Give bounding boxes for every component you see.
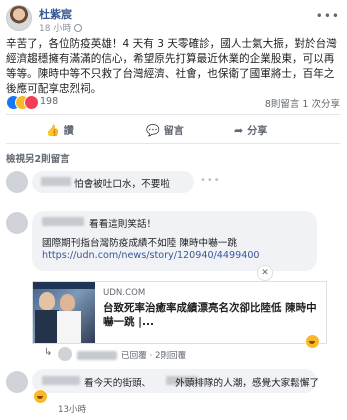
- post-timestamp[interactable]: 18 小時: [39, 21, 83, 34]
- redacted-name: [42, 376, 80, 385]
- comment-label: 留言: [163, 126, 184, 137]
- commenter-avatar[interactable]: [6, 212, 28, 234]
- thumbs-up-icon: 👍: [46, 124, 60, 137]
- comment-share-count[interactable]: 8則留言 1 次分享: [265, 96, 340, 110]
- link-thumbnail: [33, 282, 95, 343]
- reply-arrow-icon: ↳: [44, 347, 53, 358]
- globe-icon: [74, 24, 83, 32]
- author-avatar[interactable]: [6, 5, 32, 31]
- comment-text: 怕會被吐口水，不要啦: [74, 179, 170, 190]
- like-button[interactable]: 👍 讚: [46, 122, 74, 137]
- action-bar: 👍 讚 💬 留言 ➦ 分享: [6, 115, 340, 143]
- thumbnail-person: [39, 292, 55, 310]
- link-domain: UDN.COM: [103, 288, 146, 298]
- commenter-avatar[interactable]: [6, 171, 28, 193]
- comment-bubble: 看今天的街頭、 外頭排隊的人潮，感覺大家鬆懈了: [32, 369, 320, 393]
- facebook-post: 杜紫宸 18 小時 ••• 辛苦了，各位防疫英雄！4 天有 3 天零確診，國人士…: [0, 0, 347, 420]
- remove-preview-icon[interactable]: ✕: [257, 265, 273, 281]
- reaction-count[interactable]: 198: [40, 96, 58, 107]
- comment-icon: 💬: [146, 124, 160, 137]
- link-title: 台致死率治癒率成績漂亮名次卻比陸低 陳時中嚇一跳 |...: [103, 302, 317, 328]
- comment-link-url[interactable]: https://udn.com/news/story/120940/449940…: [42, 250, 260, 261]
- thumbnail-body: [57, 311, 81, 343]
- like-label: 讚: [63, 126, 74, 137]
- view-previous-comments[interactable]: 檢視另2則留言: [6, 151, 70, 165]
- comment-bubble: 怕會被吐口水，不要啦: [32, 171, 194, 193]
- thumbnail-person: [60, 294, 75, 311]
- redacted-name: [77, 351, 117, 360]
- haha-reaction-icon[interactable]: [33, 389, 48, 404]
- post-header: 杜紫宸 18 小時 •••: [6, 5, 342, 35]
- view-replies-link[interactable]: 已回覆 · 2則回覆: [121, 349, 186, 361]
- quoted-headline: 國際期刊指台灣防疫成績不如陸 陳時中嚇一跳: [42, 238, 237, 249]
- author-name[interactable]: 杜紫宸: [39, 6, 72, 22]
- comment-time[interactable]: 13小時: [58, 403, 86, 415]
- redacted-name: [41, 177, 71, 186]
- comment-text: 看今天的街頭、 外頭排隊的人潮，感覺大家鬆懈了: [84, 378, 320, 389]
- link-preview-card[interactable]: UDN.COM 台致死率治癒率成績漂亮名次卻比陸低 陳時中嚇一跳 |...: [32, 281, 327, 344]
- post-body: 辛苦了，各位防疫英雄！4 天有 3 天零確診，國人士氣大振，對於台灣經濟趨穩擁有…: [6, 38, 337, 95]
- replier-avatar: [58, 347, 72, 361]
- post-stats: 198 8則留言 1 次分享: [6, 95, 340, 111]
- divider: [6, 143, 340, 144]
- post-time-text[interactable]: 18 小時: [39, 24, 71, 34]
- comment-bubble: 看看這則笑話！ 國際期刊指台灣防疫成績不如陸 陳時中嚇一跳 https://ud…: [32, 211, 317, 271]
- commenter-avatar[interactable]: [6, 371, 28, 393]
- comment-options-icon[interactable]: •••: [200, 175, 221, 186]
- haha-reaction-icon[interactable]: [305, 334, 320, 349]
- more-options-icon[interactable]: •••: [316, 9, 340, 23]
- thumbnail-body: [35, 310, 59, 343]
- share-label: 分享: [247, 126, 268, 137]
- comment-button[interactable]: 💬 留言: [146, 122, 184, 137]
- love-reaction-icon: [24, 95, 39, 110]
- thumbnail-banner: [33, 282, 95, 289]
- share-icon: ➦: [234, 124, 244, 137]
- comment-text: 看看這則笑話！: [89, 219, 157, 230]
- share-button[interactable]: ➦ 分享: [234, 122, 267, 137]
- redacted-name: [42, 217, 84, 226]
